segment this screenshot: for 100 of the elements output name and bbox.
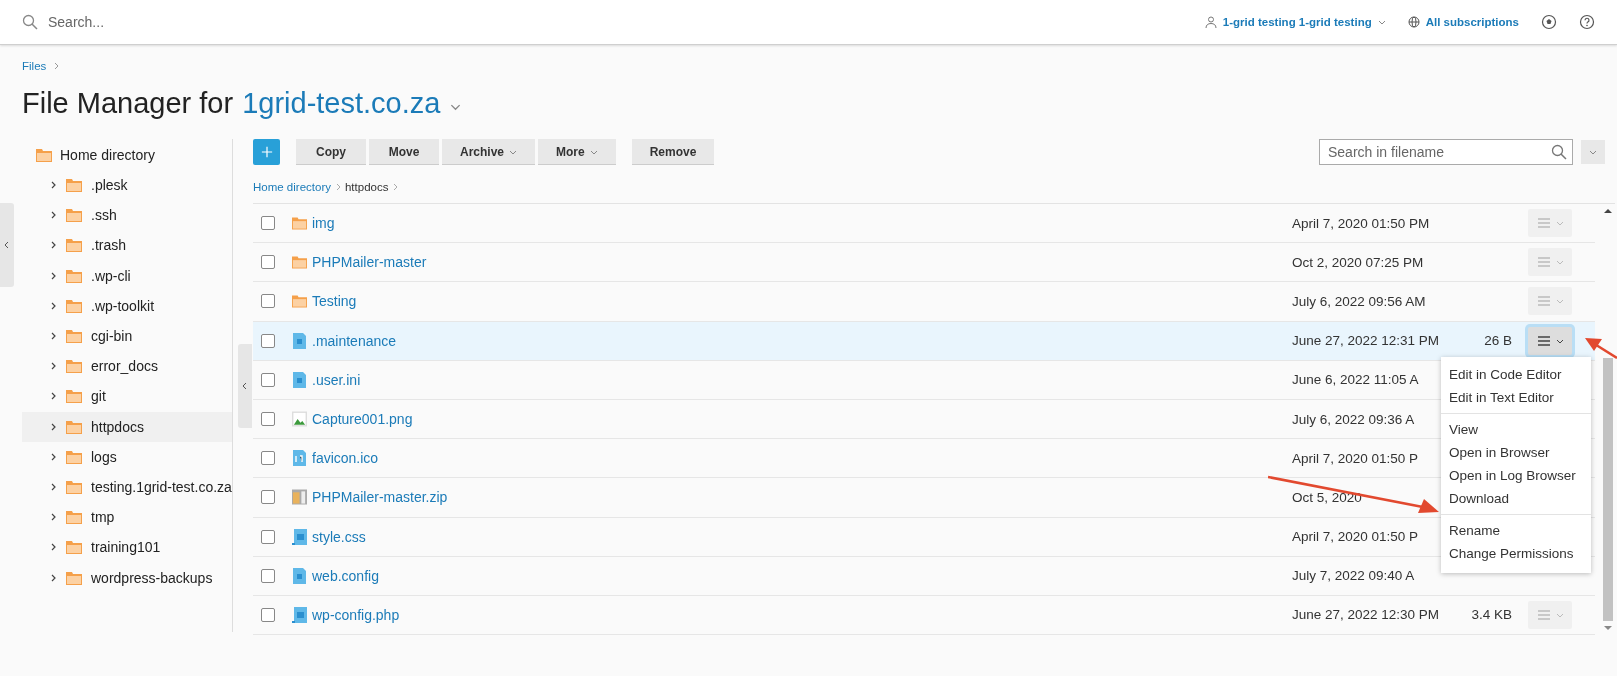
menu-item[interactable]: Open in Browser <box>1441 441 1591 464</box>
checkbox[interactable] <box>261 490 275 505</box>
checkbox[interactable] <box>261 255 275 270</box>
chevron-right-icon[interactable] <box>49 332 57 341</box>
chevron-right-icon[interactable] <box>49 181 57 190</box>
tree-item[interactable]: tmp <box>91 509 115 526</box>
menu-icon <box>1536 256 1551 269</box>
help-icon[interactable] <box>1579 14 1595 30</box>
tree-item[interactable]: training101 <box>91 539 161 556</box>
menu-item[interactable]: View <box>1441 418 1591 441</box>
toolbar-button[interactable]: Remove <box>631 139 715 165</box>
chevron-right-icon[interactable] <box>49 573 57 582</box>
tree-item[interactable]: error_docs <box>91 358 158 375</box>
file-link[interactable]: img <box>312 215 335 232</box>
tree-item[interactable]: .trash <box>91 237 126 254</box>
file-link[interactable]: .maintenance <box>312 332 397 349</box>
chevron-right-icon[interactable] <box>49 482 57 491</box>
caret-icon <box>1555 258 1564 267</box>
checkbox[interactable] <box>261 607 275 622</box>
search-field[interactable]: Search... <box>46 13 350 31</box>
folder-icon <box>66 540 82 555</box>
checkbox[interactable] <box>261 529 275 544</box>
date-cell: July 6, 2022 09:36 A <box>1292 411 1415 427</box>
chevron-right-icon[interactable] <box>49 422 57 431</box>
chevron-right-icon[interactable] <box>49 543 57 552</box>
toolbar-button[interactable]: More <box>538 139 616 165</box>
toolbar-button[interactable]: Copy <box>296 139 366 165</box>
caret-icon <box>1589 148 1597 156</box>
file-link[interactable]: favicon.ico <box>312 450 379 467</box>
tree-item[interactable]: Home directory <box>60 146 155 163</box>
file-link[interactable]: PHPMailer-master.zip <box>312 489 448 506</box>
annotation-arrow <box>1585 337 1617 359</box>
tree-item[interactable]: .plesk <box>91 177 128 194</box>
date-cell: April 7, 2020 01:50 P <box>1292 450 1419 466</box>
menu-icon <box>1536 608 1551 621</box>
chevron-right-icon[interactable] <box>49 211 57 220</box>
domain-link[interactable]: 1grid-test.co.za <box>242 86 441 120</box>
subscriptions-link[interactable]: All subscriptions <box>1407 16 1519 28</box>
file-link[interactable]: Capture001.png <box>312 411 413 428</box>
file-link[interactable]: wp-config.php <box>312 606 400 623</box>
chevron-right-icon[interactable] <box>49 392 57 401</box>
chevron-right-icon[interactable] <box>49 301 57 310</box>
checkbox[interactable] <box>261 294 275 309</box>
soccer-ball-icon[interactable] <box>1541 14 1557 30</box>
tree-item[interactable]: .wp-cli <box>91 267 131 284</box>
chevron-right-icon[interactable] <box>49 241 57 250</box>
folder-icon <box>66 359 82 374</box>
menu-item[interactable]: Edit in Code Editor <box>1441 363 1591 386</box>
row-menu-button[interactable] <box>1528 326 1572 355</box>
file-link[interactable]: style.css <box>312 528 366 545</box>
file-link[interactable]: .user.ini <box>312 371 361 388</box>
chevron-right-icon[interactable] <box>49 513 57 522</box>
folder-icon <box>66 238 82 253</box>
menu-icon <box>1536 217 1551 230</box>
menu-item[interactable]: Rename <box>1441 519 1591 542</box>
checkbox[interactable] <box>261 216 275 231</box>
search-icon <box>22 14 38 30</box>
date-cell: July 7, 2022 09:40 A <box>1292 568 1415 584</box>
tree-item[interactable]: .wp-toolkit <box>91 297 155 314</box>
chevron-right-icon[interactable] <box>49 362 57 371</box>
menu-item[interactable]: Change Permissions <box>1441 542 1591 565</box>
chevron-right-icon[interactable] <box>49 452 57 461</box>
file-link[interactable]: PHPMailer-master <box>312 254 427 271</box>
scroll-up-icon[interactable] <box>1604 208 1612 214</box>
tree-item-selected[interactable]: httpdocs <box>22 411 232 442</box>
page-title: File Manager for <box>22 86 234 120</box>
checkbox[interactable] <box>261 412 275 427</box>
folder-icon <box>66 389 82 404</box>
sidebar-toggle[interactable] <box>0 203 14 287</box>
sidebar-collapse-handle[interactable] <box>238 344 252 428</box>
breadcrumb-link[interactable]: Files <box>22 60 47 72</box>
date-cell: April 7, 2020 01:50 P <box>1292 529 1419 545</box>
tree-item[interactable]: logs <box>91 448 117 465</box>
menu-item[interactable]: Download <box>1441 487 1591 510</box>
checkbox[interactable] <box>261 372 275 387</box>
file-link[interactable]: Testing <box>312 293 357 310</box>
tree-item[interactable]: cgi-bin <box>91 328 133 345</box>
tree-item[interactable]: wordpress-backups <box>91 569 213 586</box>
toolbar-button[interactable]: Move <box>369 139 439 165</box>
folder-icon <box>66 208 82 223</box>
scroll-down-icon[interactable] <box>1604 625 1612 632</box>
toolbar-button[interactable]: Archive <box>442 139 536 165</box>
tree-item[interactable]: git <box>91 388 106 405</box>
breadcrumb-link[interactable]: Home directory <box>253 181 331 193</box>
search-field[interactable]: Search in filename <box>1319 139 1573 165</box>
tree-item[interactable]: testing.1grid-test.co.za <box>91 478 232 495</box>
user-icon <box>1204 16 1217 28</box>
checkbox[interactable] <box>261 451 275 466</box>
tree-item[interactable]: .ssh <box>91 207 117 224</box>
date-cell: Oct 2, 2020 07:25 PM <box>1292 254 1424 270</box>
user-menu[interactable]: 1-grid testing 1-grid testing <box>1204 16 1386 28</box>
add-button[interactable] <box>253 139 280 165</box>
file-link[interactable]: web.config <box>312 567 379 584</box>
menu-item[interactable]: Open in Log Browser <box>1441 464 1591 487</box>
highlighted-row[interactable]: .maintenance June 27, 2022 12:31 PM 26 B <box>253 321 1595 361</box>
checkbox[interactable] <box>261 333 275 348</box>
folder-icon <box>66 329 82 344</box>
menu-item[interactable]: Edit in Text Editor <box>1441 386 1591 409</box>
chevron-right-icon[interactable] <box>49 271 57 280</box>
checkbox[interactable] <box>261 568 275 583</box>
